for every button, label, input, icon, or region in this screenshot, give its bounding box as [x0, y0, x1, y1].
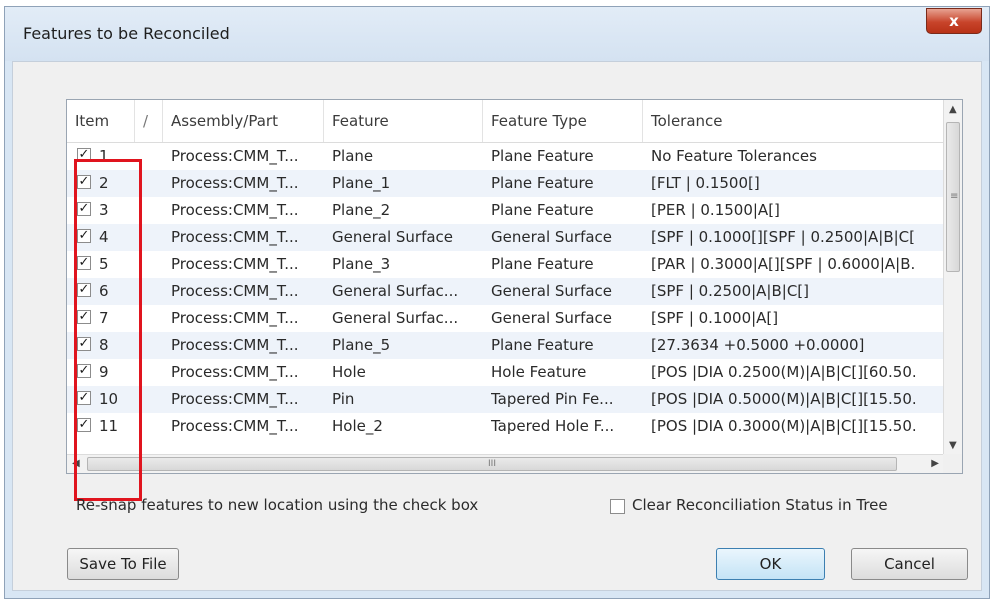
vertical-scroll-thumb[interactable]: ≡ — [946, 122, 960, 272]
cell-feature: General Surfac... — [332, 309, 459, 327]
column-header-feature-type[interactable]: Feature Type — [483, 100, 643, 142]
table-row[interactable]: ✓ 9 Process:CMM_T... Hole Hole Feature [POS |… — [67, 359, 944, 386]
cell-assembly: Process:CMM_T... — [171, 336, 299, 354]
table-row[interactable]: ✓ 4 Process:CMM_T... General Surface General… — [67, 224, 944, 251]
cell-tolerance: [SPF | 0.1000|A[] — [651, 309, 779, 327]
cell-assembly: Process:CMM_T... — [171, 201, 299, 219]
cell-tolerance: [27.3634 +0.5000 +0.0000] — [651, 336, 865, 354]
table-row[interactable]: ✓ 1 Process:CMM_T... Plane Plane Feature No F… — [67, 143, 944, 170]
table-row[interactable]: ✓ 11 Process:CMM_T... Hole_2 Tapered Hole F.… — [67, 413, 944, 440]
grid-header: Item / Assembly/Part Feature Feature Typ… — [67, 100, 944, 143]
cell-assembly: Process:CMM_T... — [171, 255, 299, 273]
cell-feature: Hole_2 — [332, 417, 383, 435]
cell-assembly: Process:CMM_T... — [171, 390, 299, 408]
table-row[interactable]: ✓ 10 Process:CMM_T... Pin Tapered Pin Fe...[… — [67, 386, 944, 413]
column-header-tolerance[interactable]: Tolerance — [643, 100, 944, 142]
cancel-button[interactable]: Cancel — [851, 548, 968, 580]
cell-assembly: Process:CMM_T... — [171, 309, 299, 327]
column-header-feature[interactable]: Feature — [324, 100, 483, 142]
cell-feature-type: Tapered Pin Fe... — [491, 390, 614, 408]
cell-feature: Plane_1 — [332, 174, 391, 192]
title-bar[interactable]: Features to be Reconciled x — [5, 7, 989, 61]
cell-assembly: Process:CMM_T... — [171, 147, 299, 165]
scroll-corner — [943, 454, 962, 473]
resnap-info-text: Re-snap features to new location using t… — [76, 496, 479, 514]
table-row[interactable]: ✓ 8 Process:CMM_T... Plane_5 Plane Feature [2… — [67, 332, 944, 359]
scroll-up-icon[interactable]: ▲ — [949, 104, 957, 115]
cell-feature: General Surface — [332, 228, 454, 246]
dialog-window: Features to be Reconciled x Item / Assem… — [4, 6, 990, 599]
cell-feature-type: General Surface — [491, 282, 613, 300]
cell-feature-type: Hole Feature — [491, 363, 587, 381]
grid-rows: ✓ 1 Process:CMM_T... Plane Plane Feature No F… — [67, 143, 944, 448]
table-row[interactable]: ✓ 6 Process:CMM_T... General Surfac... Gener… — [67, 278, 944, 305]
cell-feature-type: Plane Feature — [491, 336, 594, 354]
cell-tolerance: No Feature Tolerances — [651, 147, 817, 165]
table-row[interactable]: ✓ 7 Process:CMM_T... General Surfac... Gener… — [67, 305, 944, 332]
dialog-title: Features to be Reconciled — [23, 24, 230, 43]
dialog-body: Item / Assembly/Part Feature Feature Typ… — [12, 61, 982, 591]
horizontal-scroll-thumb[interactable]: III — [87, 457, 897, 471]
cell-assembly: Process:CMM_T... — [171, 363, 299, 381]
cell-feature: Plane_3 — [332, 255, 391, 273]
cell-feature-type: Plane Feature — [491, 147, 594, 165]
cell-feature-type: Tapered Hole F... — [491, 417, 615, 435]
cell-feature: Plane_5 — [332, 336, 391, 354]
cell-feature: Hole — [332, 363, 366, 381]
cell-feature-type: Plane Feature — [491, 174, 594, 192]
vertical-scrollbar[interactable]: ▲ ≡ ▼ — [943, 100, 962, 455]
column-header-item[interactable]: Item — [67, 100, 135, 142]
scroll-right-icon[interactable]: ▶ — [931, 458, 939, 469]
cell-feature: General Surfac... — [332, 282, 459, 300]
ok-button[interactable]: OK — [716, 548, 825, 580]
cell-tolerance: [PER | 0.1500|A[] — [651, 201, 780, 219]
clear-status-label[interactable]: Clear Reconciliation Status in Tree — [632, 496, 888, 514]
horizontal-scrollbar[interactable]: ◀ III ▶ — [67, 454, 944, 473]
cell-assembly: Process:CMM_T... — [171, 228, 299, 246]
close-button[interactable]: x — [926, 8, 982, 34]
cell-feature-type: General Surface — [491, 309, 613, 327]
cell-tolerance: [PAR | 0.3000|A[][SPF | 0.6000|A|B. — [651, 255, 916, 273]
column-header-sort[interactable]: / — [135, 100, 163, 142]
close-icon: x — [949, 12, 959, 30]
cell-feature-type: Plane Feature — [491, 201, 594, 219]
cell-tolerance: [SPF | 0.2500|A|B|C[] — [651, 282, 810, 300]
cell-tolerance: [FLT | 0.1500[] — [651, 174, 760, 192]
table-row[interactable]: ✓ 2 Process:CMM_T... Plane_1 Plane Feature [F… — [67, 170, 944, 197]
table-row[interactable]: ✓ 3 Process:CMM_T... Plane_2 Plane Feature [P… — [67, 197, 944, 224]
cell-feature: Plane — [332, 147, 374, 165]
clear-status-checkbox[interactable] — [610, 499, 625, 514]
cell-feature: Plane_2 — [332, 201, 391, 219]
grip-icon: III — [488, 459, 496, 469]
cell-tolerance: [POS |DIA 0.2500(M)|A|B|C[][60.50. — [651, 363, 917, 381]
item-column-highlight — [74, 159, 142, 501]
cell-tolerance: [POS |DIA 0.5000(M)|A|B|C[][15.50. — [651, 390, 917, 408]
save-to-file-button[interactable]: Save To File — [67, 548, 179, 580]
cell-assembly: Process:CMM_T... — [171, 417, 299, 435]
features-grid: Item / Assembly/Part Feature Feature Typ… — [66, 99, 963, 474]
cell-feature: Pin — [332, 390, 355, 408]
cell-assembly: Process:CMM_T... — [171, 174, 299, 192]
cell-assembly: Process:CMM_T... — [171, 282, 299, 300]
grip-icon: ≡ — [950, 191, 959, 202]
cell-tolerance: [POS |DIA 0.3000(M)|A|B|C[][15.50. — [651, 417, 917, 435]
cell-feature-type: General Surface — [491, 228, 613, 246]
scroll-down-icon[interactable]: ▼ — [949, 440, 957, 451]
column-header-assembly[interactable]: Assembly/Part — [163, 100, 324, 142]
table-row[interactable]: ✓ 5 Process:CMM_T... Plane_3 Plane Feature [P… — [67, 251, 944, 278]
cell-feature-type: Plane Feature — [491, 255, 594, 273]
cell-tolerance: [SPF | 0.1000[][SPF | 0.2500|A|B|C[ — [651, 228, 915, 246]
